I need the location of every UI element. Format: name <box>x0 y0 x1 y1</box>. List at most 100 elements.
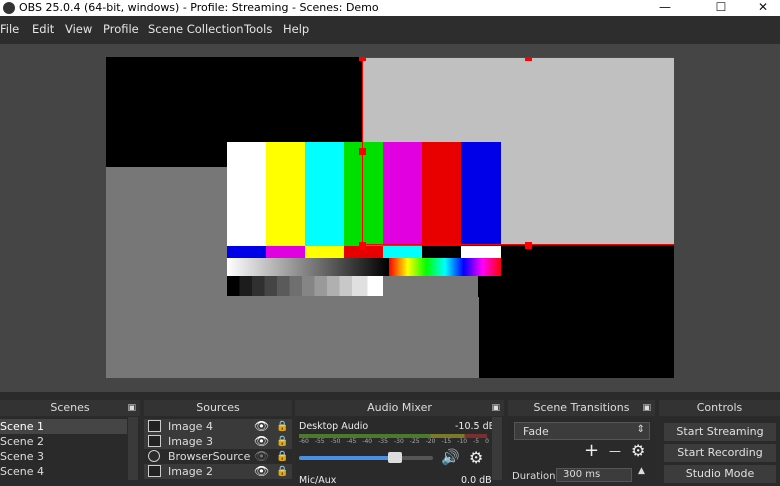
menu-bar: File Edit View Profile Scene Collection … <box>0 16 780 44</box>
lock-icon[interactable]: 🔒 <box>276 434 288 449</box>
scale-tick: -40 <box>362 438 373 445</box>
strip-black <box>422 246 461 258</box>
scenes-title: Scenes <box>50 401 90 414</box>
menu-edit[interactable]: Edit <box>32 22 54 36</box>
channel-db: -10.5 dB <box>455 421 496 432</box>
audio-mixer-title: Audio Mixer <box>367 401 432 414</box>
undock-icon[interactable]: ▣ <box>127 400 136 416</box>
scale-tick: 0 <box>485 438 489 445</box>
scene-label: Scene 4 <box>0 465 45 478</box>
audio-mixer-scrollbar[interactable] <box>492 417 502 480</box>
menu-scene-collection[interactable]: Scene Collection <box>148 22 244 36</box>
menu-tools[interactable]: Tools <box>244 22 272 36</box>
strip-white <box>461 246 501 258</box>
resize-handle-bl[interactable] <box>359 242 366 249</box>
scene-transitions-dock-title[interactable]: Scene Transitions ▣ <box>508 400 655 416</box>
scale-tick: -10 <box>457 438 468 445</box>
sources-dock-title[interactable]: Sources <box>144 400 292 416</box>
image-icon <box>148 435 161 447</box>
scene-transitions-panel: Fade ⇕ + — ⚙ Duration 300 ms ▲ <box>508 417 655 482</box>
studio-mode-button[interactable]: Studio Mode <box>663 464 777 484</box>
undock-icon[interactable]: ▣ <box>491 400 500 416</box>
preview-canvas[interactable] <box>106 57 674 378</box>
scene-item[interactable]: Scene 1 <box>0 419 127 434</box>
scale-tick: -55 <box>314 438 325 445</box>
lock-icon[interactable]: 🔒 <box>276 464 288 479</box>
menu-help[interactable]: Help <box>283 22 309 36</box>
channel-name: Desktop Audio <box>299 421 369 432</box>
source-item[interactable]: Image 3 👁 🔒 <box>144 434 292 449</box>
scale-tick: -5 <box>473 438 480 445</box>
bar-yellow <box>266 142 305 246</box>
start-streaming-button[interactable]: Start Streaming <box>663 422 777 442</box>
scenes-list: Scene 1 Scene 2 Scene 3 Scene 4 <box>0 417 140 480</box>
duration-label: Duration <box>512 471 556 482</box>
speaker-icon[interactable]: 🔊 <box>441 448 460 466</box>
image-icon <box>148 420 161 432</box>
scene-label: Scene 3 <box>0 450 45 463</box>
close-button[interactable]: ✕ <box>740 0 780 16</box>
window-title: OBS 25.0.4 (64-bit, windows) - Profile: … <box>19 1 379 14</box>
add-transition-button[interactable]: + <box>584 440 599 461</box>
transition-settings-gear-icon[interactable]: ⚙ <box>631 441 645 460</box>
source-label: BrowserSource <box>168 450 251 463</box>
lock-icon[interactable]: 🔒 <box>276 449 288 464</box>
menu-profile[interactable]: Profile <box>103 22 139 36</box>
audio-mixer-panel: Desktop Audio -10.5 dB -60 -55 -50 -45 -… <box>295 417 504 486</box>
controls-panel: Start Streaming Start Recording Studio M… <box>659 417 780 484</box>
eye-icon[interactable]: 👁 <box>254 464 269 479</box>
gear-icon[interactable]: ⚙ <box>469 448 483 467</box>
selection-box[interactable] <box>362 57 674 245</box>
image-source-grey-middle <box>361 297 479 378</box>
source-item[interactable]: BrowserSource 👁 🔒 <box>144 449 292 464</box>
meter-scale: -60 -55 -50 -45 -40 -35 -30 -25 -20 -15 … <box>299 438 489 448</box>
image-icon <box>148 465 161 477</box>
resize-handle-bm[interactable] <box>525 242 532 249</box>
scene-item[interactable]: Scene 2 <box>0 434 127 449</box>
controls-title: Controls <box>696 401 743 414</box>
scene-transitions-title: Scene Transitions <box>533 401 630 414</box>
duration-value: 300 ms <box>563 469 601 480</box>
globe-icon <box>148 450 160 462</box>
remove-transition-button[interactable]: — <box>609 444 621 458</box>
source-item[interactable]: Image 2 👁 🔒 <box>144 464 292 479</box>
source-label: Image 2 <box>168 465 213 478</box>
chevron-up-icon[interactable]: ▲ <box>638 466 645 476</box>
menu-file[interactable]: File <box>0 22 19 36</box>
volume-slider-fill <box>299 456 396 460</box>
scale-tick: -50 <box>330 438 341 445</box>
scene-label: Scene 2 <box>0 435 45 448</box>
scenes-scrollbar[interactable] <box>128 417 138 480</box>
menu-view[interactable]: View <box>65 22 92 36</box>
audio-mixer-dock-title[interactable]: Audio Mixer ▣ <box>295 400 504 416</box>
sources-title: Sources <box>196 401 240 414</box>
start-recording-button[interactable]: Start Recording <box>663 443 777 463</box>
minimize-button[interactable]: — <box>642 0 688 16</box>
strip-blue <box>227 246 266 258</box>
maximize-button[interactable]: ☐ <box>698 0 744 16</box>
source-item[interactable]: Image 4 👁 🔒 <box>144 419 292 434</box>
eye-hidden-icon[interactable]: 👁 <box>254 449 269 464</box>
resize-handle-ml[interactable] <box>359 148 366 155</box>
lock-icon[interactable]: 🔒 <box>276 419 288 434</box>
scenes-dock-title[interactable]: Scenes ▣ <box>0 400 140 416</box>
grey-steps <box>227 276 383 296</box>
eye-icon[interactable]: 👁 <box>254 419 269 434</box>
scale-tick: -35 <box>378 438 388 445</box>
volume-slider-handle[interactable] <box>388 452 403 463</box>
bar-white <box>227 142 266 246</box>
volume-slider-track[interactable] <box>299 452 433 463</box>
controls-dock-title[interactable]: Controls <box>659 400 780 416</box>
sources-list: Image 4 👁 🔒 Image 3 👁 🔒 BrowserSource 👁 … <box>144 417 292 480</box>
source-label: Image 4 <box>168 420 213 433</box>
eye-icon[interactable]: 👁 <box>254 434 269 449</box>
scale-tick: -25 <box>409 438 420 445</box>
undock-icon[interactable]: ▣ <box>642 400 651 416</box>
scale-tick: -15 <box>441 438 452 445</box>
scene-item[interactable]: Scene 3 <box>0 449 127 464</box>
resize-handle-tl[interactable] <box>359 57 366 61</box>
scale-tick: -20 <box>425 438 436 445</box>
resize-handle-tm[interactable] <box>525 57 532 61</box>
transition-select[interactable]: Fade ⇕ <box>514 422 650 440</box>
scene-item[interactable]: Scene 4 <box>0 464 127 479</box>
